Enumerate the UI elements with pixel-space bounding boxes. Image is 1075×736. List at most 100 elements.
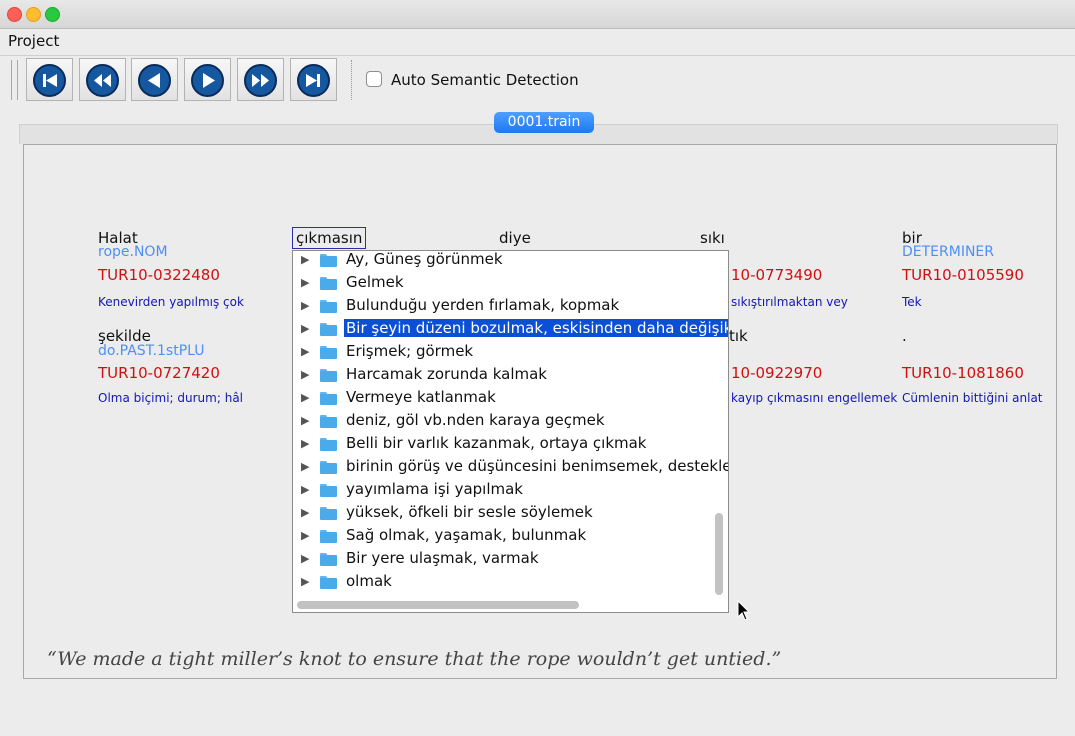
menu-bar: Project (0, 29, 1075, 56)
folder-icon (320, 461, 337, 474)
zoom-window-button[interactable] (45, 7, 60, 22)
folder-icon (320, 277, 337, 290)
last-button[interactable] (290, 58, 337, 101)
fast-forward-button[interactable] (237, 58, 284, 101)
word-diye[interactable]: diye (499, 229, 531, 247)
sense-option[interactable]: ▶ Bir şeyin düzeni bozulmak, eskisinden d… (293, 318, 728, 340)
auto-semantic-detection-label[interactable]: Auto Semantic Detection (391, 71, 579, 89)
expand-arrow-icon[interactable]: ▶ (301, 460, 309, 473)
folder-icon (320, 300, 337, 313)
sense-option-label: deniz, göl vb.nden karaya geçmek (346, 411, 605, 429)
sense-option[interactable]: ▶ olmak (293, 571, 713, 593)
word-siki[interactable]: sıkı (700, 229, 725, 247)
expand-arrow-icon[interactable]: ▶ (301, 437, 309, 450)
sense-option[interactable]: ▶ Erişmek; görmek (293, 341, 713, 363)
sense-option-label: yayımlama işi yapılmak (346, 480, 523, 498)
sense-option-label: Sağ olmak, yaşamak, bulunmak (346, 526, 587, 544)
sense-option-label: birinin görüş ve düşüncesini benimsemek,… (346, 457, 729, 475)
close-window-button[interactable] (7, 7, 22, 22)
sense-option-label: Harcamak zorunda kalmak (346, 365, 547, 383)
sense-option-label: Ay, Güneş görünmek (346, 250, 503, 268)
sense-option-label: Bulunduğu yerden fırlamak, kopmak (346, 296, 620, 314)
sense-option[interactable]: ▶ birinin görüş ve düşüncesini benimsemek… (293, 456, 728, 478)
minimize-window-button[interactable] (26, 7, 41, 22)
tab-0001-train[interactable]: 0001.train (494, 112, 594, 133)
expand-arrow-icon[interactable]: ▶ (301, 575, 309, 588)
vertical-scrollbar[interactable] (715, 513, 723, 595)
folder-icon (320, 507, 337, 520)
morph-halat: rope.NOM (98, 244, 168, 260)
fast-backward-button[interactable] (79, 58, 126, 101)
sense-halat: TUR10-0322480 (98, 266, 220, 284)
folder-icon (320, 392, 337, 405)
expand-arrow-icon[interactable]: ▶ (301, 483, 309, 496)
expand-arrow-icon[interactable]: ▶ (301, 276, 309, 289)
sense-bir: TUR10-0105590 (902, 266, 1024, 284)
sense-option-label: Bir şeyin düzeni bozulmak, eskisinden da… (344, 319, 728, 337)
sense-option[interactable]: ▶ yayımlama işi yapılmak (293, 479, 713, 501)
sense-option[interactable]: ▶ Gelmek (293, 272, 713, 294)
gloss-siki: sıkıştırılmaktan vey (731, 295, 848, 309)
sense-period: TUR10-1081860 (902, 364, 1024, 382)
toolbar-grip[interactable] (11, 60, 18, 100)
expand-arrow-icon[interactable]: ▶ (301, 253, 309, 266)
sense-option[interactable]: ▶ Sağ olmak, yaşamak, bulunmak (293, 525, 713, 547)
folder-icon (320, 346, 337, 359)
title-bar (0, 0, 1075, 29)
sense-sekilde: TUR10-0727420 (98, 364, 220, 382)
folder-icon (320, 484, 337, 497)
sense-option-label: olmak (346, 572, 392, 590)
first-button[interactable] (26, 58, 73, 101)
folder-icon (320, 530, 337, 543)
gloss-bir: Tek (902, 295, 922, 309)
sense-tik: 10-0922970 (731, 364, 823, 382)
expand-arrow-icon[interactable]: ▶ (301, 368, 309, 381)
toolbar: Auto Semantic Detection (0, 56, 1075, 104)
sense-option[interactable]: ▶ yüksek, öfkeli bir sesle söylemek (293, 502, 713, 524)
next-button[interactable] (184, 58, 231, 101)
sense-option-label: Belli bir varlık kazanmak, ortaya çıkmak (346, 434, 647, 452)
expand-arrow-icon[interactable]: ▶ (301, 506, 309, 519)
gloss-tik: kayıp çıkmasını engellemek (731, 391, 898, 405)
folder-icon (320, 438, 337, 451)
sense-option[interactable]: ▶ Belli bir varlık kazanmak, ortaya çıkma… (293, 433, 713, 455)
mouse-cursor-icon (737, 599, 751, 626)
expand-arrow-icon[interactable]: ▶ (301, 299, 309, 312)
gloss-sekilde: Olma biçimi; durum; hâl (98, 391, 244, 405)
gloss-halat: Kenevirden yapılmış çok (98, 295, 244, 309)
sense-option[interactable]: ▶ deniz, göl vb.nden karaya geçmek (293, 410, 713, 432)
sense-option[interactable]: ▶ Harcamak zorunda kalmak (293, 364, 713, 386)
toolbar-separator (351, 60, 353, 100)
sense-siki: 10-0773490 (731, 266, 823, 284)
expand-arrow-icon[interactable]: ▶ (301, 345, 309, 358)
sense-option[interactable]: ▶ Bir yere ulaşmak, varmak (293, 548, 713, 570)
expand-arrow-icon[interactable]: ▶ (301, 322, 309, 335)
menu-project[interactable]: Project (8, 32, 59, 50)
expand-arrow-icon[interactable]: ▶ (301, 529, 309, 542)
sense-option-label: Erişmek; görmek (346, 342, 474, 360)
folder-icon (320, 415, 337, 428)
previous-button[interactable] (131, 58, 178, 101)
folder-icon (320, 553, 337, 566)
word-tik[interactable]: tık (729, 327, 748, 345)
expand-arrow-icon[interactable]: ▶ (301, 414, 309, 427)
sense-option-label: Bir yere ulaşmak, varmak (346, 549, 539, 567)
sense-dropdown[interactable]: ▶ Ay, Güneş görünmek ▶ Gelmek ▶ Bulunduğu yer… (292, 250, 729, 613)
sense-option-label: Gelmek (346, 273, 404, 291)
gloss-period: Cümlenin bittiğini anlat (902, 391, 1043, 405)
folder-icon (320, 576, 337, 589)
expand-arrow-icon[interactable]: ▶ (301, 552, 309, 565)
word-cikmasin[interactable]: çıkmasın (292, 227, 367, 249)
folder-icon (320, 369, 337, 382)
auto-semantic-detection-checkbox[interactable] (366, 71, 382, 87)
sense-option[interactable]: ▶ Ay, Güneş görünmek (293, 250, 713, 271)
sense-option[interactable]: ▶ Bulunduğu yerden fırlamak, kopmak (293, 295, 713, 317)
expand-arrow-icon[interactable]: ▶ (301, 391, 309, 404)
morph-sekilde: do.PAST.1stPLU (98, 343, 205, 359)
horizontal-scrollbar[interactable] (297, 601, 579, 609)
folder-icon (320, 254, 337, 267)
sense-option[interactable]: ▶ Vermeye katlanmak (293, 387, 713, 409)
sense-option-label: yüksek, öfkeli bir sesle söylemek (346, 503, 593, 521)
sense-option-label: Vermeye katlanmak (346, 388, 496, 406)
word-period[interactable]: . (902, 327, 907, 345)
